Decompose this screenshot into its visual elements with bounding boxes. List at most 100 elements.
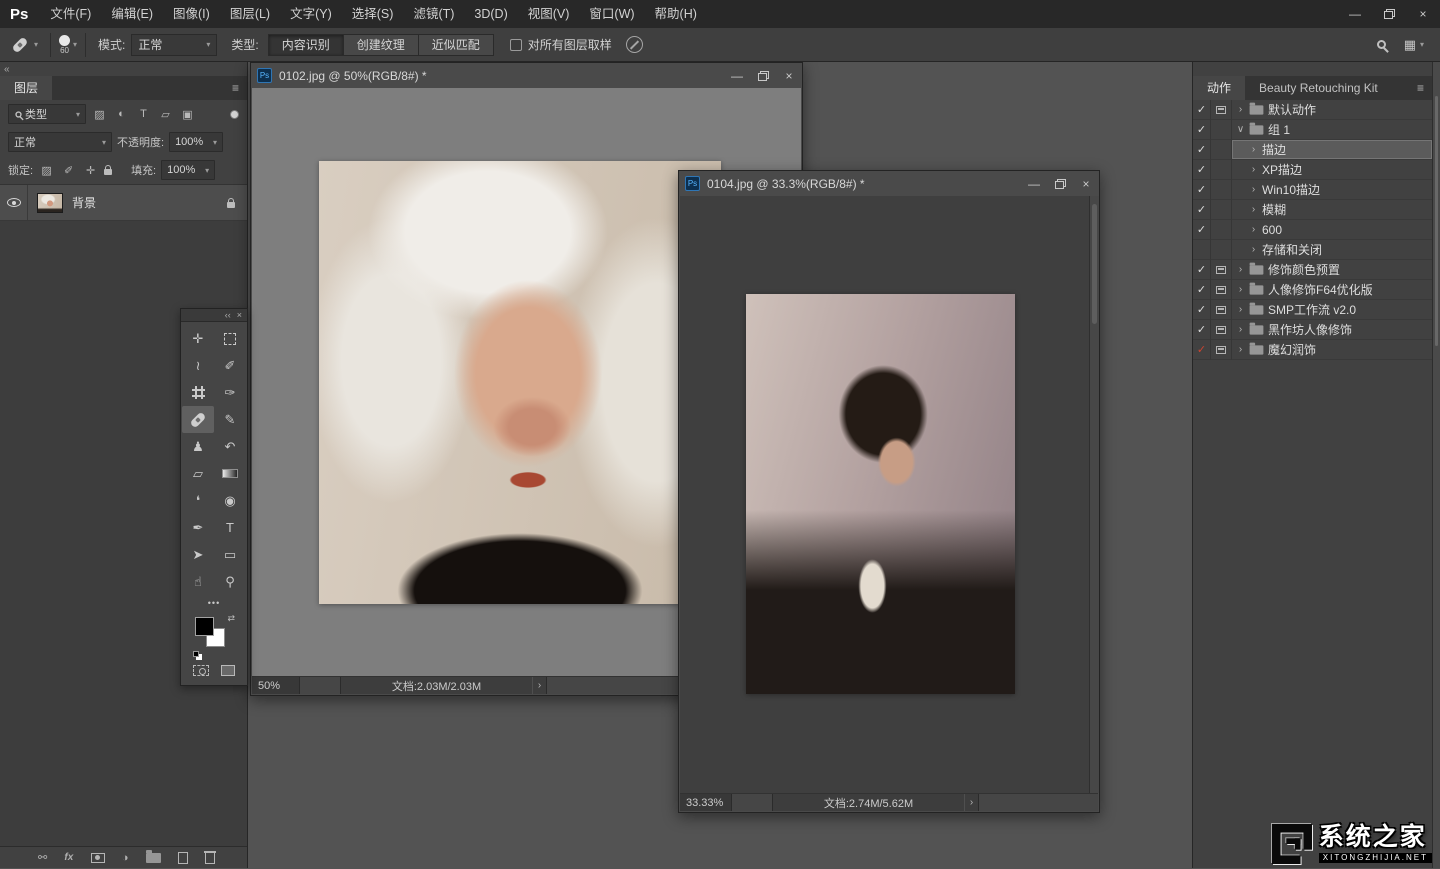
expand-arrow-icon[interactable]: › bbox=[1249, 244, 1258, 255]
action-dialog-toggle[interactable] bbox=[1211, 180, 1232, 200]
lock-position-icon[interactable]: ✛ bbox=[82, 164, 99, 177]
menu-3d[interactable]: 3D(D) bbox=[464, 0, 517, 28]
action-dialog-toggle[interactable] bbox=[1211, 260, 1232, 280]
status-options-arrow[interactable]: › bbox=[964, 794, 979, 811]
layer-filter-toggle[interactable] bbox=[230, 109, 239, 119]
quick-mask-icon[interactable] bbox=[193, 665, 209, 676]
action-check-toggle[interactable]: ✓ bbox=[1193, 320, 1211, 340]
action-row[interactable]: ✓ › Win10描边 bbox=[1193, 180, 1432, 200]
expand-arrow-icon[interactable]: › bbox=[1249, 184, 1258, 195]
brush-tool[interactable]: ✎ bbox=[214, 406, 246, 433]
gradient-tool[interactable] bbox=[214, 460, 246, 487]
brush-preset-picker[interactable]: 60 ▾ bbox=[59, 34, 77, 55]
tool-preset-picker[interactable]: ▾ bbox=[8, 36, 42, 53]
expand-arrow-icon[interactable]: › bbox=[1249, 144, 1258, 155]
move-tool[interactable]: ✛ bbox=[182, 325, 214, 352]
expand-arrow-icon[interactable]: › bbox=[1249, 164, 1258, 175]
action-dialog-toggle[interactable] bbox=[1211, 140, 1232, 160]
clone-stamp-tool[interactable]: ♟ bbox=[182, 433, 214, 460]
action-set-row[interactable]: ✓ › 修饰颜色预置 bbox=[1193, 260, 1432, 280]
tablet-pressure-icon[interactable] bbox=[625, 36, 643, 53]
vertical-scrollbar[interactable] bbox=[1089, 196, 1099, 793]
action-check-toggle[interactable]: ✓ bbox=[1193, 120, 1211, 140]
menu-image[interactable]: 图像(I) bbox=[163, 0, 220, 28]
add-layer-mask-icon[interactable] bbox=[90, 852, 105, 863]
menu-type[interactable]: 文字(Y) bbox=[280, 0, 342, 28]
marquee-tool[interactable] bbox=[214, 325, 246, 352]
minimize-button[interactable]: — bbox=[1338, 0, 1372, 28]
crop-tool[interactable] bbox=[182, 379, 214, 406]
action-row[interactable]: ✓ › XP描边 bbox=[1193, 160, 1432, 180]
menu-file[interactable]: 文件(F) bbox=[40, 0, 101, 28]
lock-all-icon[interactable] bbox=[104, 165, 113, 175]
close-button[interactable]: × bbox=[776, 63, 802, 88]
action-dialog-toggle[interactable] bbox=[1211, 220, 1232, 240]
action-dialog-toggle[interactable] bbox=[1211, 120, 1232, 140]
opacity-select[interactable]: 100% ▾ bbox=[169, 132, 224, 152]
lock-transparency-icon[interactable]: ▨ bbox=[38, 164, 55, 177]
foreground-color-swatch[interactable] bbox=[195, 617, 214, 636]
lock-pixels-icon[interactable]: ✐ bbox=[60, 164, 77, 177]
zoom-level-field[interactable]: 50% bbox=[252, 677, 300, 694]
default-colors-icon[interactable] bbox=[193, 651, 199, 657]
close-button[interactable]: × bbox=[1406, 0, 1440, 28]
menu-view[interactable]: 视图(V) bbox=[518, 0, 580, 28]
fill-select[interactable]: 100% ▾ bbox=[161, 160, 216, 180]
menu-select[interactable]: 选择(S) bbox=[342, 0, 404, 28]
layer-thumbnail[interactable] bbox=[37, 192, 63, 213]
proximity-match-button[interactable]: 近似匹配 bbox=[417, 33, 494, 56]
filter-pixel-layers-icon[interactable]: ▨ bbox=[91, 108, 108, 121]
action-dialog-toggle[interactable] bbox=[1211, 340, 1232, 360]
more-tools-button[interactable]: ••• bbox=[181, 595, 247, 611]
restore-button[interactable] bbox=[1372, 0, 1406, 28]
layer-filter-select[interactable]: 类型 ▾ bbox=[8, 104, 86, 124]
expand-arrow-icon[interactable]: › bbox=[1249, 204, 1258, 215]
action-row[interactable]: ✓ › 描边 bbox=[1193, 140, 1432, 160]
collapse-panel-icon[interactable]: « bbox=[4, 64, 10, 75]
adjustment-layer-icon[interactable]: ◑ bbox=[122, 852, 129, 864]
minimize-button[interactable]: — bbox=[724, 63, 750, 88]
action-set-row[interactable]: ✓ ∨ 组 1 bbox=[1193, 120, 1432, 140]
filter-smart-objects-icon[interactable]: ▣ bbox=[179, 108, 196, 121]
close-palette-icon[interactable]: × bbox=[237, 309, 242, 322]
menu-help[interactable]: 帮助(H) bbox=[645, 0, 707, 28]
document-canvas[interactable] bbox=[680, 196, 1098, 793]
expand-arrow-icon[interactable]: › bbox=[1236, 264, 1245, 275]
action-check-toggle[interactable]: ✓ bbox=[1193, 280, 1211, 300]
action-check-toggle[interactable]: ✓ bbox=[1193, 200, 1211, 220]
sample-all-layers-checkbox[interactable] bbox=[509, 38, 522, 51]
menu-window[interactable]: 窗口(W) bbox=[579, 0, 644, 28]
layer-style-icon[interactable]: fx bbox=[64, 852, 73, 863]
lasso-tool[interactable]: ≀ bbox=[182, 352, 214, 379]
action-row[interactable]: ✓ › 600 bbox=[1193, 220, 1432, 240]
document-titlebar[interactable]: Ps 0102.jpg @ 50%(RGB/8#) * — × bbox=[251, 63, 802, 88]
maximize-button[interactable] bbox=[750, 63, 776, 88]
filter-type-layers-icon[interactable]: T bbox=[135, 108, 152, 120]
hand-tool[interactable]: ☝ bbox=[182, 568, 214, 595]
panel-dock-scrollbar[interactable] bbox=[1432, 62, 1440, 868]
expand-arrow-icon[interactable]: › bbox=[1236, 344, 1245, 355]
action-row[interactable]: ✓ › 模糊 bbox=[1193, 200, 1432, 220]
spot-healing-brush-tool[interactable] bbox=[182, 406, 214, 433]
zoom-level-field[interactable]: 33.33% bbox=[680, 794, 732, 811]
action-dialog-toggle[interactable] bbox=[1211, 200, 1232, 220]
action-dialog-toggle[interactable] bbox=[1211, 160, 1232, 180]
path-selection-tool[interactable]: ➤ bbox=[182, 541, 214, 568]
filter-adjustment-layers-icon[interactable]: ◐ bbox=[113, 108, 130, 120]
collapse-palette-icon[interactable]: ‹‹ bbox=[225, 309, 231, 322]
action-check-toggle-partial[interactable]: ✓ bbox=[1193, 340, 1211, 360]
delete-layer-icon[interactable] bbox=[204, 851, 216, 864]
expand-arrow-icon[interactable]: › bbox=[1249, 224, 1258, 235]
minimize-button[interactable]: — bbox=[1021, 171, 1047, 196]
tab-beauty-retouching-kit[interactable]: Beauty Retouching Kit bbox=[1245, 76, 1392, 100]
maximize-button[interactable] bbox=[1047, 171, 1073, 196]
content-aware-button[interactable]: 内容识别 bbox=[267, 33, 344, 56]
zoom-tool[interactable]: ⚲ bbox=[214, 568, 246, 595]
tab-layers[interactable]: 图层 bbox=[0, 76, 53, 100]
visibility-toggle[interactable] bbox=[0, 185, 28, 220]
type-tool[interactable]: T bbox=[214, 514, 246, 541]
create-texture-button[interactable]: 创建纹理 bbox=[342, 33, 419, 56]
workspace-switcher[interactable]: ▦ ▾ bbox=[1404, 37, 1424, 53]
new-layer-icon[interactable] bbox=[177, 851, 188, 864]
action-set-row[interactable]: ✓ › 黑作坊人像修饰 bbox=[1193, 320, 1432, 340]
